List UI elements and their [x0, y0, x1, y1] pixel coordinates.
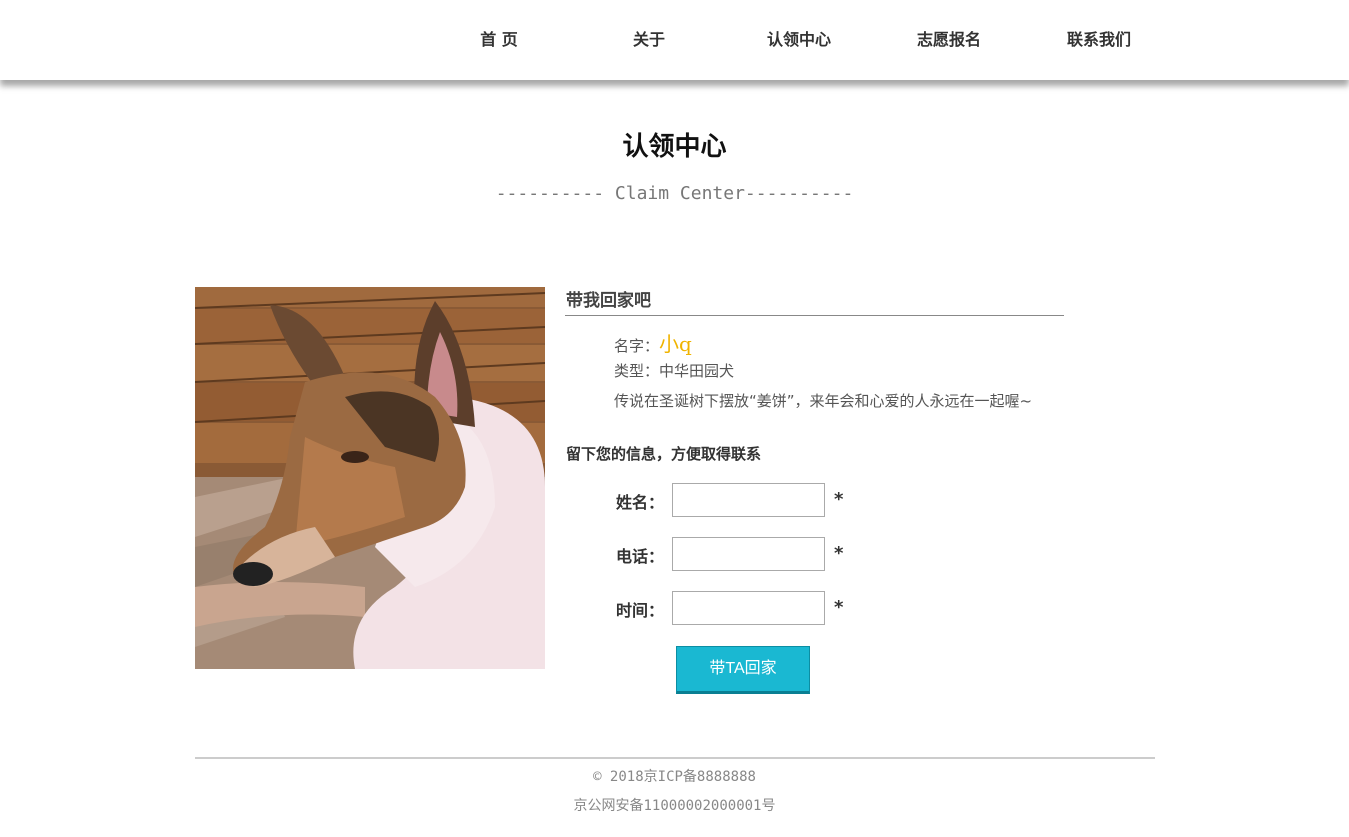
phone-required-mark: * [834, 543, 844, 564]
footer-copyright: © 2018京ICP备8888888 [593, 769, 756, 785]
pet-type: 中华田园犬 [659, 362, 735, 380]
header-bar: 首 页 关于 认领中心 志愿报名 联系我们 [0, 0, 1349, 80]
pet-type-label: 类型： [614, 362, 660, 380]
footer-police-record: 京公网安备11000002000001号 [573, 798, 776, 814]
phone-label: 电话： [616, 547, 665, 566]
pet-photo [195, 287, 545, 669]
nav-volunteer-signup[interactable]: 志愿报名 [874, 0, 1024, 80]
name-label: 姓名： [616, 493, 665, 512]
nav-claim-center[interactable]: 认领中心 [724, 0, 874, 80]
pet-name-row: 名字：小q [614, 328, 692, 357]
phone-input[interactable] [672, 537, 825, 571]
nav-contact-us[interactable]: 联系我们 [1024, 0, 1174, 80]
page-subtitle: ---------- Claim Center---------- [495, 183, 854, 204]
contact-form-heading: 留下您的信息，方便取得联系 [566, 445, 762, 463]
time-required-mark: * [834, 597, 844, 618]
name-input[interactable] [672, 483, 825, 517]
time-input[interactable] [672, 591, 825, 625]
pet-type-row: 类型：中华田园犬 [614, 360, 734, 381]
pet-name: 小q [659, 332, 692, 356]
nav-about[interactable]: 关于 [574, 0, 724, 80]
nav-home[interactable]: 首 页 [424, 0, 574, 80]
pet-description: 传说在圣诞树下摆放“姜饼”，来年会和心爱的人永远在一起喔~ [614, 392, 1033, 410]
pet-section-title: 带我回家吧 [566, 291, 651, 311]
footer-divider [195, 757, 1155, 759]
section-divider [565, 315, 1064, 316]
pet-name-label: 名字： [614, 337, 660, 355]
take-home-button[interactable]: 带TA回家 [676, 646, 810, 694]
name-required-mark: * [834, 489, 844, 510]
page-title: 认领中心 [622, 132, 727, 162]
time-label: 时间： [616, 601, 665, 620]
